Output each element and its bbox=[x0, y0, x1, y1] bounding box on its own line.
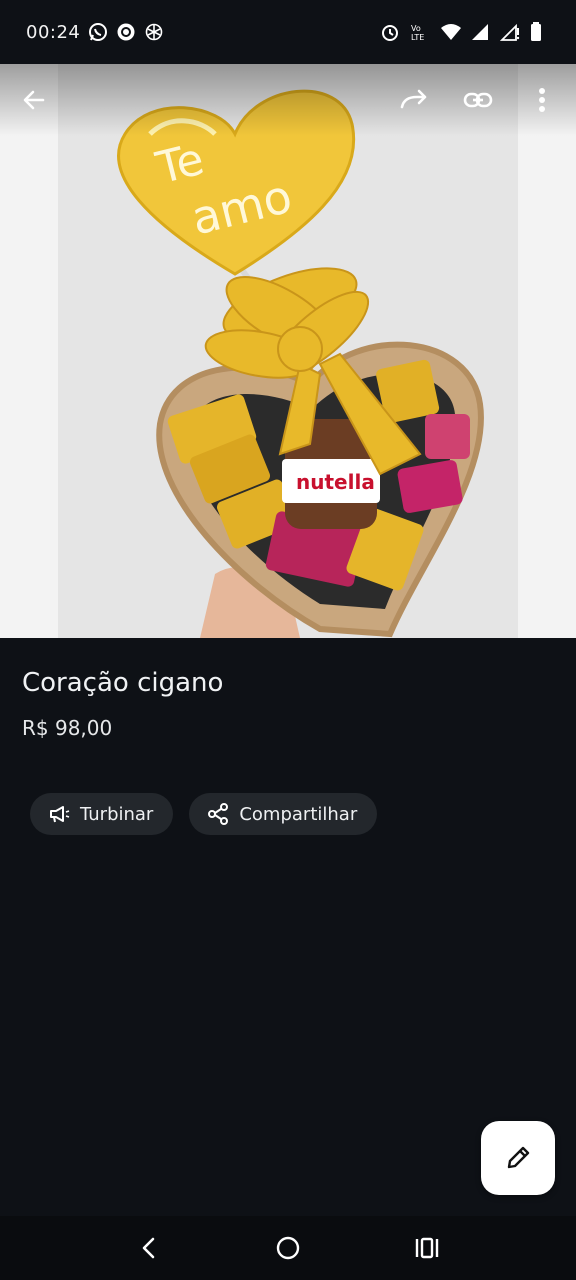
product-name: Coração cigano bbox=[22, 668, 224, 698]
chevron-left-icon[interactable] bbox=[125, 1224, 173, 1272]
edit-button[interactable] bbox=[481, 1121, 555, 1195]
share-icon bbox=[208, 803, 229, 825]
arrow-left-icon[interactable] bbox=[12, 78, 56, 122]
forward-arrow-icon[interactable] bbox=[392, 78, 436, 122]
boost-label: Turbinar bbox=[80, 803, 154, 825]
svg-text:Vo: Vo bbox=[411, 24, 421, 33]
pencil-icon bbox=[507, 1146, 530, 1169]
signal-no-data-icon bbox=[499, 22, 520, 42]
wifi-icon bbox=[440, 22, 461, 42]
circle-home-icon[interactable] bbox=[264, 1224, 312, 1272]
record-icon bbox=[116, 22, 136, 42]
svg-text:LTE: LTE bbox=[411, 33, 424, 42]
share-button[interactable]: Compartilhar bbox=[189, 793, 378, 835]
product-details: Coração cigano R$ 98,00 bbox=[22, 668, 223, 740]
signal-icon bbox=[470, 22, 490, 42]
more-vert-icon[interactable] bbox=[520, 78, 564, 122]
top-bar bbox=[0, 64, 576, 136]
product-photo[interactable]: Te amo nutella bbox=[0, 64, 576, 638]
whatsapp-icon bbox=[88, 22, 108, 42]
megaphone-icon bbox=[50, 806, 70, 823]
recents-icon[interactable] bbox=[403, 1224, 451, 1272]
jar-label: nutella bbox=[296, 470, 375, 494]
system-nav-bar bbox=[0, 1216, 576, 1280]
boost-button[interactable]: Turbinar bbox=[30, 793, 174, 835]
status-time: 00:24 bbox=[26, 21, 81, 43]
action-chips: Turbinar Compartilhar bbox=[30, 793, 378, 835]
openai-icon bbox=[144, 22, 164, 42]
product-price: R$ 98,00 bbox=[22, 716, 113, 740]
alarm-icon bbox=[380, 22, 400, 42]
status-bar: 00:24 Vo LTE bbox=[0, 0, 576, 64]
link-icon[interactable] bbox=[456, 78, 500, 122]
volte-icon: Vo LTE bbox=[410, 22, 430, 42]
battery-icon bbox=[530, 22, 550, 42]
share-label: Compartilhar bbox=[239, 803, 358, 825]
